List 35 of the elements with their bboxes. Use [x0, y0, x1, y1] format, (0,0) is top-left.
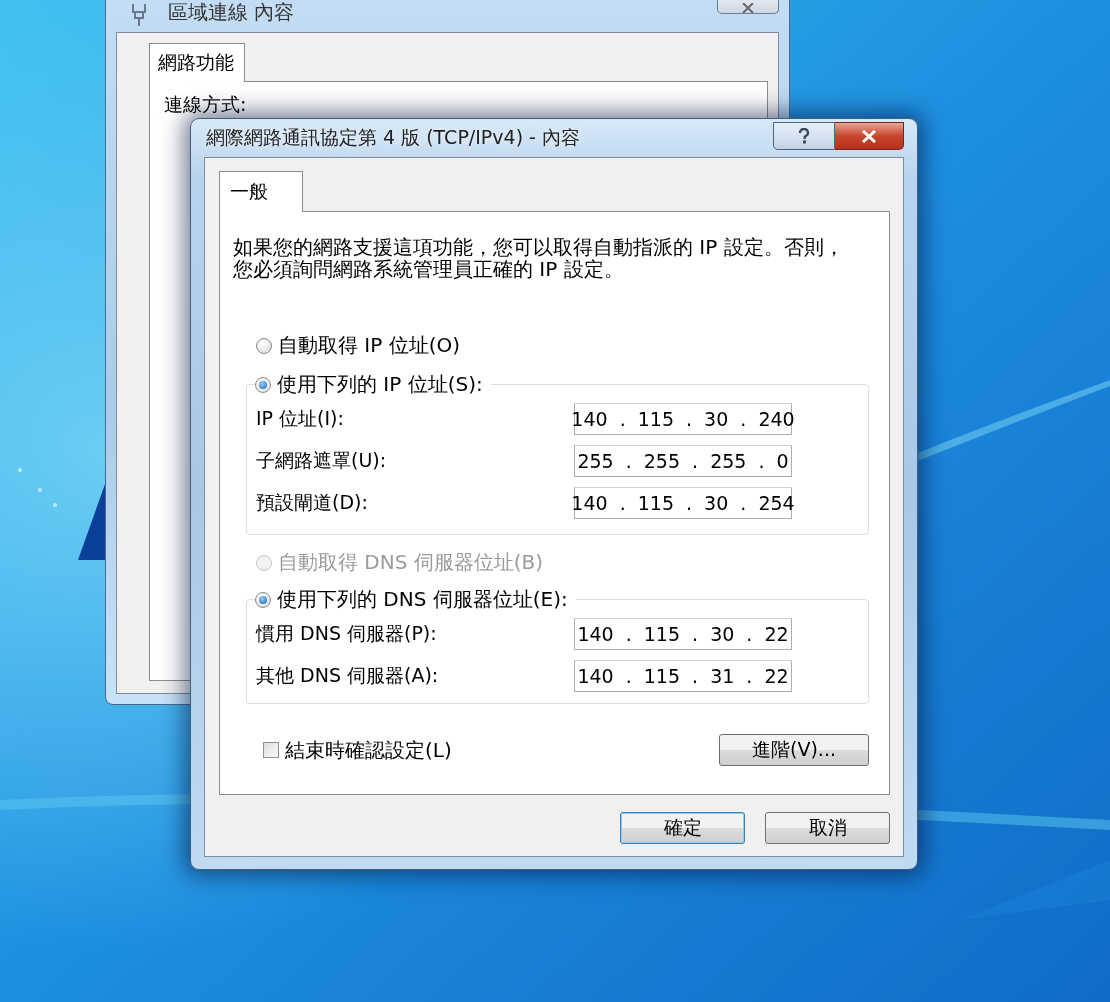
field-label: IP 位址(I): [256, 406, 344, 431]
dialog-button[interactable]: 確定 [620, 812, 745, 844]
close-button[interactable] [835, 122, 904, 150]
advanced-button[interactable]: 進階(V)... [719, 734, 869, 766]
close-icon [741, 3, 755, 13]
ip-address-field[interactable]: 140 . 115 . 31 . 22 [574, 660, 792, 692]
network-plug-icon [130, 2, 148, 26]
checkbox-label: 結束時確認設定(L) [285, 736, 452, 764]
field-label: 連線方式: [164, 92, 248, 117]
radio-label: 使用下列的 IP 位址(S): [277, 371, 483, 398]
ip-address-field[interactable]: 140 . 115 . 30 . 22 [574, 618, 792, 650]
radio-button[interactable] [256, 337, 272, 354]
description-text: 如果您的網路支援這項功能，您可以取得自動指派的 IP 設定。否則，您必須詢問網路系統管理員正確的 IP 設定。 [233, 236, 845, 280]
ip-address-field[interactable]: 140 . 115 . 30 . 254 [574, 487, 792, 519]
close-button[interactable] [717, 0, 779, 14]
radio-label: 自動取得 IP 位址(O) [278, 332, 461, 359]
tab[interactable]: 一般 [219, 171, 303, 212]
dialog-button[interactable]: 取消 [765, 812, 890, 844]
window-title: 網際網路通訊協定第 4 版 (TCP/IPv4) - 內容 [206, 125, 580, 150]
ip-address-field[interactable]: 255 . 255 . 255 . 0 [574, 445, 792, 477]
field-label: 其他 DNS 伺服器(A): [256, 663, 439, 688]
field-label: 預設閘道(D): [256, 490, 368, 515]
field-label: 慣用 DNS 伺服器(P): [256, 621, 437, 646]
help-button[interactable] [773, 122, 835, 150]
radio-label: 使用下列的 DNS 伺服器位址(E): [277, 586, 568, 613]
checkbox[interactable] [263, 742, 279, 758]
close-icon [861, 129, 877, 143]
help-icon [798, 128, 810, 144]
radio-label: 自動取得 DNS 伺服器位址(B) [278, 549, 544, 576]
tab[interactable]: 網路功能 [149, 43, 245, 82]
field-label: 子網路遮罩(U): [256, 448, 387, 473]
radio-button[interactable] [255, 376, 271, 393]
ip-address-field[interactable]: 140 . 115 . 30 . 240 [574, 403, 792, 435]
window-title: 區域連線 內容 [168, 0, 295, 26]
radio-button[interactable] [255, 591, 271, 608]
